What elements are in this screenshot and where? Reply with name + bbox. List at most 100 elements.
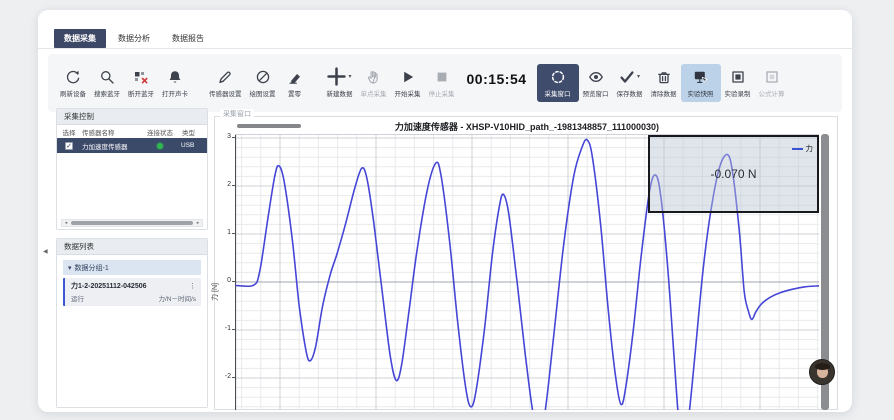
table-header: 类型 xyxy=(181,127,205,137)
play-icon xyxy=(400,68,416,85)
toolbar-button-label: 清除数据 xyxy=(651,88,677,98)
toolbar-button-hand[interactable]: 单点采集 xyxy=(357,64,391,102)
y-tick-label: 1 xyxy=(215,229,231,236)
capture-control-title: 采集控制 xyxy=(57,109,207,125)
toolbar-button-label: 停止采集 xyxy=(429,88,455,98)
legend-label: 力 xyxy=(806,143,814,154)
toolbar-button-record[interactable]: 实验录制 xyxy=(721,64,755,102)
table-header: 选择 xyxy=(57,127,81,137)
toolbar-button-search[interactable]: 搜索蓝牙 xyxy=(90,64,124,102)
toolbar-button-refresh[interactable]: 刷新设备 xyxy=(56,64,90,102)
toolbar-button-label: 保存数据 xyxy=(617,88,643,98)
avatar-hair-icon xyxy=(815,363,830,370)
toolbar-button-stop[interactable]: 停止采集 xyxy=(425,64,459,102)
sidebar-collapse-icon[interactable]: ◀ xyxy=(43,248,48,255)
sensor-table: 选择传感器名称连接状态类型✓力加速度传感器USB xyxy=(57,125,207,153)
tab-数据报告[interactable]: 数据报告 xyxy=(162,29,214,48)
hscroll-left-arrow-icon[interactable]: ◂ xyxy=(62,220,70,226)
y-tick-label: 2 xyxy=(215,181,231,188)
toolbar-button-trash[interactable]: 清除数据 xyxy=(647,64,681,102)
toolbar-button-formula[interactable]: 公式计算 xyxy=(755,64,789,102)
data-list-title: 数据列表 xyxy=(57,239,207,255)
toolbar-button-label: 实验录制 xyxy=(725,88,751,98)
chevron-down-icon[interactable]: ▾ xyxy=(637,73,640,80)
y-axis-label: 力 [N] xyxy=(210,283,220,301)
table-row[interactable]: ✓力加速度传感器USB xyxy=(57,138,207,153)
app-window: 数据采集数据分析数据报告 刷新设备搜索蓝牙断开蓝牙打开声卡 传感器设置绘图设置置零… xyxy=(38,10,852,412)
table-header: 连接状态 xyxy=(139,127,181,137)
toolbar-button-draw[interactable]: 绘图设置 xyxy=(246,64,280,102)
toolbar-button-bell[interactable]: 打开声卡 xyxy=(158,64,192,102)
chart-top-scrollbar-thumb[interactable] xyxy=(237,124,301,128)
hscroll-thumb[interactable] xyxy=(71,221,193,225)
legend-line-swatch xyxy=(792,148,803,150)
eye-icon xyxy=(588,68,604,85)
connection-status-dot xyxy=(157,143,163,149)
chevron-down-icon[interactable]: ▾ xyxy=(348,73,351,80)
kebab-menu-icon[interactable]: ⋮ xyxy=(189,282,196,290)
formula-icon xyxy=(764,68,780,85)
plot-area[interactable]: -0.070 N 力 xyxy=(235,134,819,410)
toolbar-button-check[interactable]: ▾ 保存数据 xyxy=(613,64,647,102)
y-tick-label: 3 xyxy=(215,133,231,140)
toolbar-button-label: 预览窗口 xyxy=(583,88,609,98)
sensor-checkbox[interactable]: ✓ xyxy=(65,142,73,150)
toolbar-button-snapshot[interactable]: 实验快照 xyxy=(681,64,721,102)
toolbar-button-plus[interactable]: ▾新建数据 xyxy=(323,64,357,102)
acquisition-timer: 00:15:54 xyxy=(467,71,527,87)
bt-off-icon xyxy=(133,68,149,85)
data-group-header[interactable]: ▾数据分组-1 xyxy=(63,260,201,275)
toolbar-button-label: 单点采集 xyxy=(361,88,387,98)
y-tick-label: -2 xyxy=(215,373,231,380)
bell-icon xyxy=(167,68,183,85)
toolbar-button-eye[interactable]: 预览窗口 xyxy=(579,64,613,102)
sensor-icon xyxy=(217,68,233,85)
toolbar-button-label: 传感器设置 xyxy=(209,88,242,98)
toolbar-button-sensor[interactable]: 传感器设置 xyxy=(205,64,246,102)
toolbar-button-erase[interactable]: 置零 xyxy=(280,64,310,102)
tab-数据分析[interactable]: 数据分析 xyxy=(108,29,160,48)
dash-circle-icon xyxy=(550,68,566,85)
chart-title: 力加速度传感器 - XHSP-V10HID_path_-1981348857_1… xyxy=(235,120,819,133)
data-list-body: ▾数据分组-1 力1-2-20251112-042506 ⋮ 运行 力/N－时间/s xyxy=(57,260,207,306)
toolbar-button-label: 断开蓝牙 xyxy=(128,88,154,98)
data-list-panel: 数据列表 ▾数据分组-1 力1-2-20251112-042506 ⋮ 运行 力/N－时… xyxy=(56,238,208,408)
toolbar-button-label: 打开声卡 xyxy=(162,88,188,98)
dataset-name: 力1-2-20251112-042506 xyxy=(71,281,147,291)
floating-avatar-button[interactable] xyxy=(809,359,835,385)
chart-box: 力加速度传感器 - XHSP-V10HID_path_-1981348857_1… xyxy=(214,116,838,410)
capture-panel-hscrollbar[interactable]: ◂ ▸ xyxy=(61,219,203,227)
toolbar-button-dash-circle[interactable]: 采集窗口 xyxy=(537,64,579,102)
trash-icon xyxy=(656,68,672,85)
toolbar-button-bt-off[interactable]: 断开蓝牙 xyxy=(124,64,158,102)
app-background: 数据采集数据分析数据报告 刷新设备搜索蓝牙断开蓝牙打开声卡 传感器设置绘图设置置零… xyxy=(0,0,894,420)
data-group-label: 数据分组-1 xyxy=(75,263,109,273)
chart-region-label: 采集窗口 xyxy=(220,109,254,119)
plus-icon xyxy=(327,68,346,85)
draw-icon xyxy=(255,68,271,85)
table-header: 传感器名称 xyxy=(81,127,139,137)
chart-legend[interactable]: 力 xyxy=(792,143,814,154)
expand-arrow-icon[interactable]: ▾ xyxy=(68,264,72,272)
capture-control-panel: 采集控制 选择传感器名称连接状态类型✓力加速度传感器USB ◂ ▸ xyxy=(56,108,208,230)
hand-icon xyxy=(366,68,382,85)
toolbar-button-label: 开始采集 xyxy=(395,88,421,98)
tab-数据采集[interactable]: 数据采集 xyxy=(54,29,106,48)
tab-bar: 数据采集数据分析数据报告 xyxy=(54,29,214,48)
record-icon xyxy=(730,68,746,85)
dataset-status: 运行 xyxy=(71,293,84,303)
stop-icon xyxy=(434,68,450,85)
toolbar-button-label: 搜索蓝牙 xyxy=(94,88,120,98)
dataset-axes: 力/N－时间/s xyxy=(158,293,196,303)
toolbar-button-label: 公式计算 xyxy=(759,88,785,98)
sensor-name: 力加速度传感器 xyxy=(81,141,139,151)
toolbar-button-label: 采集窗口 xyxy=(545,88,571,98)
tab-divider xyxy=(38,48,852,49)
hscroll-right-arrow-icon[interactable]: ▸ xyxy=(194,220,202,226)
refresh-icon xyxy=(65,68,81,85)
toolbar-button-label: 实验快照 xyxy=(688,88,714,98)
toolbar-button-play[interactable]: 开始采集 xyxy=(391,64,425,102)
y-tick-label: -1 xyxy=(215,325,231,332)
erase-icon xyxy=(287,68,303,85)
data-list-item[interactable]: 力1-2-20251112-042506 ⋮ 运行 力/N－时间/s xyxy=(63,278,201,306)
